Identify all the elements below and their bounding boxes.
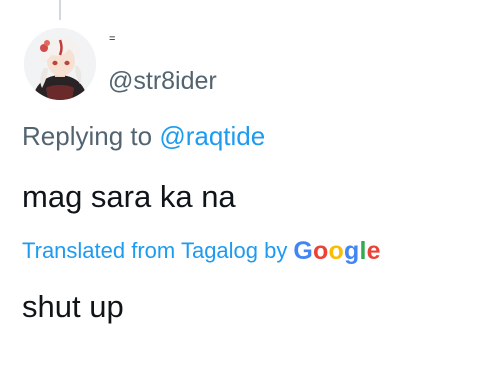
display-name[interactable]: = <box>109 34 115 45</box>
avatar[interactable] <box>24 28 96 100</box>
tweet-body-text: mag sara ka na <box>22 179 236 214</box>
google-logo-icon: Google <box>293 237 381 265</box>
replying-to-mention-link[interactable]: @raqtide <box>159 121 265 151</box>
user-handle[interactable]: @str8ider <box>108 66 217 96</box>
replying-to-line: Replying to @raqtide <box>22 120 265 152</box>
translation-label[interactable]: Translated from Tagalog by <box>22 236 287 266</box>
replying-to-label: Replying to <box>22 121 153 151</box>
avatar-image <box>24 28 96 100</box>
translation-attribution[interactable]: Translated from Tagalog by Google <box>22 234 381 268</box>
reply-tweet: = @str8ider Replying to @raqtide mag sar… <box>0 0 486 375</box>
thread-connector-line <box>59 0 61 20</box>
translated-text: shut up <box>22 289 124 324</box>
